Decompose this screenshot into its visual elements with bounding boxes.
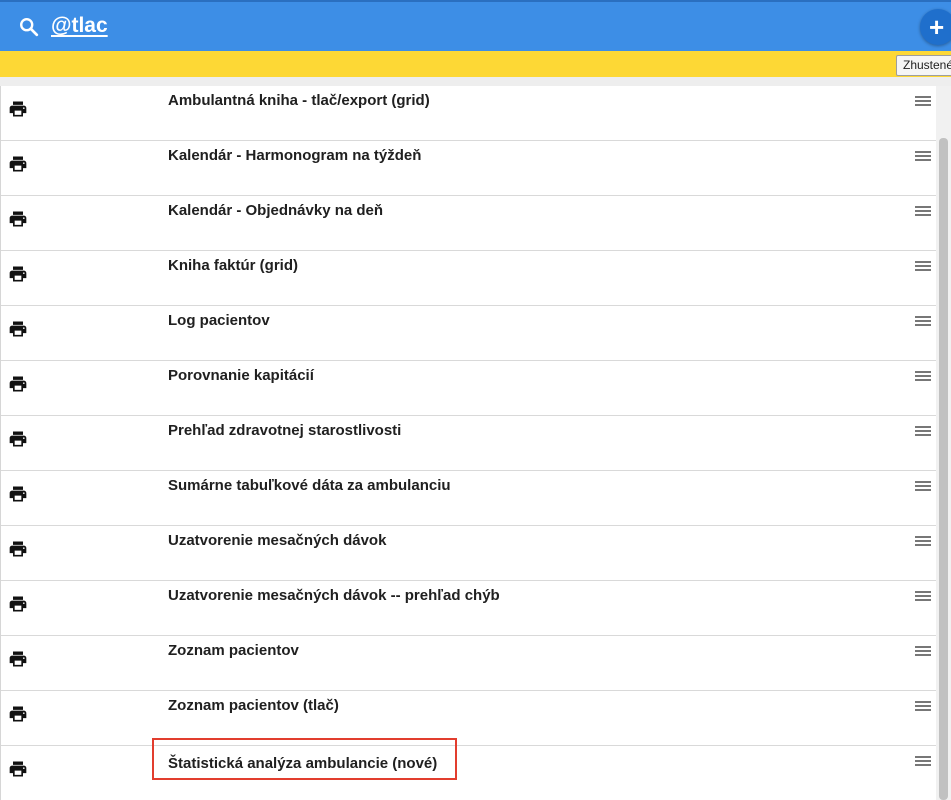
- printer-icon: [9, 706, 27, 722]
- printer-icon: [9, 321, 27, 337]
- printer-icon: [9, 596, 27, 612]
- list-item-title: Kalendár - Objednávky na deň: [168, 202, 384, 219]
- vertical-scrollbar[interactable]: [936, 86, 951, 800]
- plus-icon: +: [929, 12, 945, 42]
- list-item-title: Porovnanie kapitácií: [168, 367, 314, 384]
- list-item[interactable]: Kalendár - Objednávky na deň: [1, 196, 936, 251]
- printer-icon: [9, 376, 27, 392]
- drag-handle-icon[interactable]: [915, 95, 931, 107]
- printer-icon: [9, 761, 27, 777]
- list-item[interactable]: Kniha faktúr (grid): [1, 251, 936, 306]
- list-item[interactable]: Uzatvorenie mesačných dávok: [1, 526, 936, 581]
- list-item[interactable]: Porovnanie kapitácií: [1, 361, 936, 416]
- drag-handle-icon[interactable]: [915, 590, 931, 602]
- search-icon[interactable]: [18, 16, 40, 38]
- drag-handle-icon[interactable]: [915, 370, 931, 382]
- list-item[interactable]: Zoznam pacientov (tlač): [1, 691, 936, 746]
- top-app-bar: @tlac +: [0, 0, 951, 51]
- add-button[interactable]: +: [920, 9, 951, 45]
- drag-handle-icon[interactable]: [915, 480, 931, 492]
- notice-bar: [0, 51, 951, 77]
- list-item[interactable]: Štatistická analýza ambulancie (nové): [1, 746, 936, 800]
- printer-icon: [9, 156, 27, 172]
- drag-handle-icon[interactable]: [915, 535, 931, 547]
- drag-handle-icon[interactable]: [915, 645, 931, 657]
- printer-icon: [9, 266, 27, 282]
- list-item[interactable]: Ambulantná kniha - tlač/export (grid): [1, 86, 936, 141]
- list-item[interactable]: Log pacientov: [1, 306, 936, 361]
- drag-handle-icon[interactable]: [915, 315, 931, 327]
- printer-icon: [9, 486, 27, 502]
- printer-icon: [9, 101, 27, 117]
- list-top-spacer: [0, 77, 951, 86]
- drag-handle-icon[interactable]: [915, 755, 931, 767]
- list-item-title: Štatistická analýza ambulancie (nové): [168, 755, 438, 772]
- drag-handle-icon[interactable]: [915, 205, 931, 217]
- compact-view-button[interactable]: Zhustené: [896, 55, 951, 76]
- list-item[interactable]: Kalendár - Harmonogram na týždeň: [1, 141, 936, 196]
- drag-handle-icon[interactable]: [915, 150, 931, 162]
- printer-icon: [9, 541, 27, 557]
- list-item-title: Zoznam pacientov: [168, 642, 299, 659]
- list-item-title: Log pacientov: [168, 312, 270, 329]
- list-item-title: Kniha faktúr (grid): [168, 257, 298, 274]
- list-item[interactable]: Sumárne tabuľkové dáta za ambulanciu: [1, 471, 936, 526]
- list-item-title: Uzatvorenie mesačných dávok -- prehľad c…: [168, 587, 500, 604]
- list-item[interactable]: Uzatvorenie mesačných dávok -- prehľad c…: [1, 581, 936, 636]
- list-item-title: Prehľad zdravotnej starostlivosti: [168, 422, 402, 439]
- list-item-title: Sumárne tabuľkové dáta za ambulanciu: [168, 477, 451, 494]
- list-item[interactable]: Zoznam pacientov: [1, 636, 936, 691]
- drag-handle-icon[interactable]: [915, 700, 931, 712]
- report-list: Ambulantná kniha - tlač/export (grid) Ka…: [0, 86, 936, 800]
- printer-icon: [9, 211, 27, 227]
- list-item-title: Zoznam pacientov (tlač): [168, 697, 339, 714]
- list-item-title: Ambulantná kniha - tlač/export (grid): [168, 92, 430, 109]
- drag-handle-icon[interactable]: [915, 260, 931, 272]
- scrollbar-thumb[interactable]: [939, 138, 948, 800]
- search-query[interactable]: @tlac: [51, 14, 108, 38]
- printer-icon: [9, 651, 27, 667]
- list-item[interactable]: Prehľad zdravotnej starostlivosti: [1, 416, 936, 471]
- list-item-title: Kalendár - Harmonogram na týždeň: [168, 147, 422, 164]
- list-item-title: Uzatvorenie mesačných dávok: [168, 532, 387, 549]
- printer-icon: [9, 431, 27, 447]
- drag-handle-icon[interactable]: [915, 425, 931, 437]
